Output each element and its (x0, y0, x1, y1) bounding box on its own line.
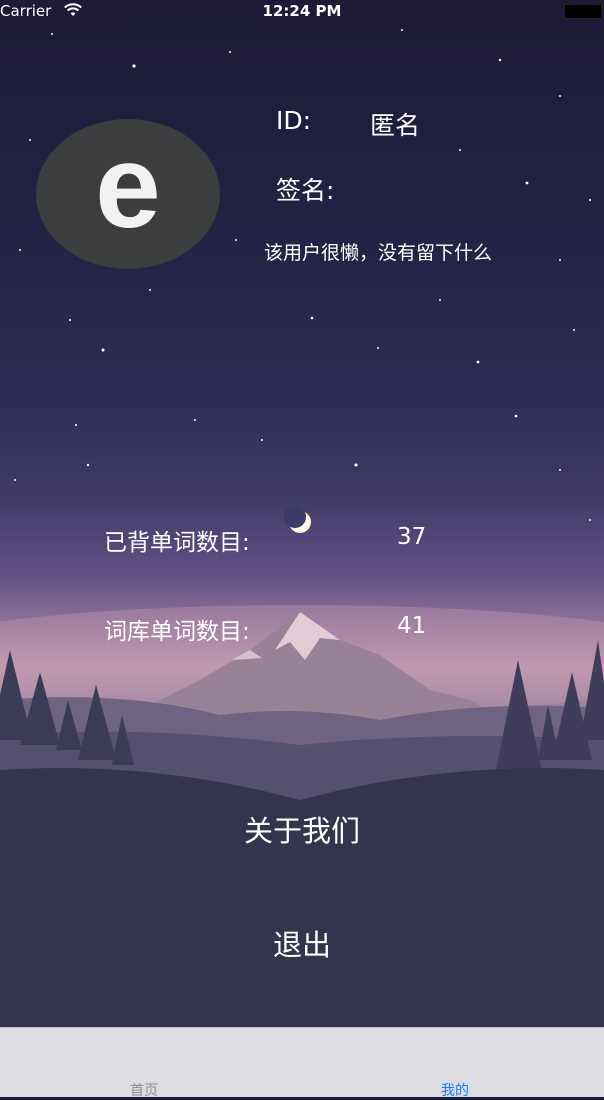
battery-icon (564, 4, 602, 19)
stars (14, 29, 591, 521)
tab-mine[interactable]: 我的 (395, 1080, 515, 1100)
library-words-count: 41 (397, 613, 427, 639)
signature-label: 签名: (276, 176, 335, 205)
learned-words-count: 37 (397, 524, 427, 550)
about-us-button[interactable]: 关于我们 (0, 808, 604, 850)
avatar-letter: e (95, 121, 161, 253)
id-value: 匿名 (370, 111, 421, 140)
logout-button[interactable]: 退出 (0, 922, 604, 964)
status-time: 12:24 PM (262, 2, 342, 20)
tab-bar: 首页 我的 (0, 1027, 604, 1100)
tab-home[interactable]: 首页 (84, 1080, 204, 1100)
avatar[interactable]: e (36, 119, 220, 269)
status-bar: Carrier 12:24 PM (0, 0, 604, 22)
signature-value: 该用户很懒，没有留下什么 (264, 242, 493, 264)
learned-words-label: 已背单词数目: (104, 530, 250, 556)
crescent-moon-icon (284, 506, 311, 533)
avatar-e-logo-icon: e (95, 121, 161, 253)
id-label: ID: (276, 106, 312, 135)
library-words-label: 词库单词数目: (104, 619, 250, 645)
